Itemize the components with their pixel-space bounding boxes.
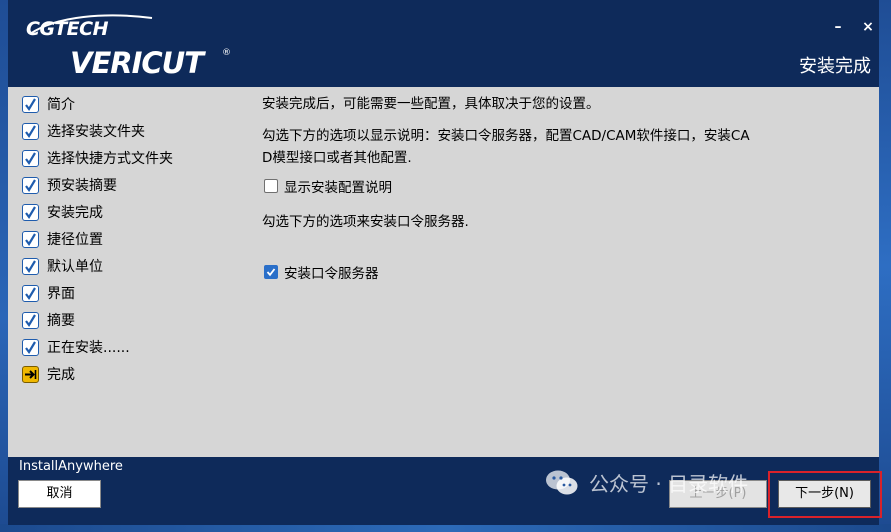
step-item-finish: 完成 — [22, 363, 75, 385]
cancel-button[interactable]: 取消 — [18, 480, 101, 508]
intro-text: 安装完成后，可能需要一些配置，具体取决于您的设置。 — [262, 96, 600, 112]
step-item-interface: 界面 — [22, 282, 75, 304]
checkbox-checked-icon[interactable] — [264, 265, 278, 279]
step-item-installing: 正在安装...... — [22, 336, 130, 358]
step-label: 捷径位置 — [47, 232, 103, 248]
step-item-default-units: 默认单位 — [22, 255, 103, 277]
next-button-highlight-box — [768, 471, 882, 518]
checkmark-icon — [22, 95, 39, 113]
checkmark-icon — [22, 311, 39, 329]
checkmark-icon — [22, 203, 39, 221]
step-item-shortcut-folder: 选择快捷方式文件夹 — [22, 147, 173, 169]
step-label: 默认单位 — [47, 259, 103, 275]
show-config-label: 显示安装配置说明 — [284, 180, 392, 196]
step-label: 界面 — [47, 286, 75, 302]
step-label: 完成 — [47, 367, 75, 383]
wechat-watermark: 公众号 · 目录软件 — [545, 468, 748, 497]
step-label: 预安装摘要 — [47, 178, 117, 194]
explain-text-line1: 勾选下方的选项以显示说明：安装口令服务器，配置CAD/CAM软件接口，安装CA — [262, 128, 750, 144]
step-item-shortcut-location: 捷径位置 — [22, 228, 103, 250]
step-item-intro: 简介 — [22, 93, 75, 115]
checkmark-icon — [22, 176, 39, 194]
steps-sidebar: 简介 选择安装文件夹 选择快捷方式文件夹 预安装摘要 安装完成 捷径位置 默认单… — [8, 87, 248, 457]
checkmark-icon — [22, 149, 39, 167]
step-label: 摘要 — [47, 313, 75, 329]
checkmark-icon — [22, 284, 39, 302]
checkbox-unchecked-icon[interactable] — [264, 179, 278, 193]
minimize-button[interactable]: – — [830, 18, 846, 36]
installer-window: CGTECH VERICUT ® – × 安装完成 简介 选择安装文件夹 选择快… — [8, 0, 879, 525]
desktop-edge-right — [879, 0, 891, 532]
step-item-summary: 摘要 — [22, 309, 75, 331]
checkmark-icon — [22, 257, 39, 275]
logo-vericut-text: VERICUT — [70, 46, 204, 80]
step-label: 正在安装...... — [47, 340, 130, 356]
show-config-checkbox[interactable]: 显示安装配置说明 — [264, 176, 392, 196]
step-item-install-folder: 选择安装文件夹 — [22, 120, 145, 142]
step-item-install-complete: 安装完成 — [22, 201, 103, 223]
installanywhere-label: InstallAnywhere — [19, 459, 123, 474]
close-button[interactable]: × — [860, 18, 876, 36]
license-server-label: 安装口令服务器 — [284, 266, 379, 282]
wechat-icon — [546, 470, 578, 494]
step-label: 选择安装文件夹 — [47, 124, 145, 140]
step-label: 安装完成 — [47, 205, 103, 221]
footer-bar: InstallAnywhere 取消 上一步(P) 下一步(N) — [8, 457, 879, 525]
license-server-checkbox[interactable]: 安装口令服务器 — [264, 262, 379, 282]
checkmark-icon — [22, 122, 39, 140]
page-title: 安装完成 — [799, 56, 871, 77]
step-label: 简介 — [47, 97, 75, 113]
checkmark-icon — [22, 338, 39, 356]
step-label: 选择快捷方式文件夹 — [47, 151, 173, 167]
license-prompt-text: 勾选下方的选项来安装口令服务器. — [262, 214, 469, 230]
logo-cgtech-text: CGTECH — [26, 18, 109, 40]
explain-text-line2: D模型接口或者其他配置. — [262, 150, 412, 166]
header-bar: CGTECH VERICUT ® – × 安装完成 — [8, 0, 879, 87]
desktop-edge-left — [0, 0, 8, 532]
step-item-pre-install-summary: 预安装摘要 — [22, 174, 117, 196]
checkmark-icon — [22, 230, 39, 248]
watermark-text: 公众号 · 目录软件 — [589, 472, 749, 496]
logo-registered-mark: ® — [222, 48, 231, 58]
arrow-right-icon — [22, 365, 39, 383]
desktop-edge-bottom — [0, 524, 891, 532]
content-panel: 安装完成后，可能需要一些配置，具体取决于您的设置。 勾选下方的选项以显示说明：安… — [248, 87, 879, 457]
